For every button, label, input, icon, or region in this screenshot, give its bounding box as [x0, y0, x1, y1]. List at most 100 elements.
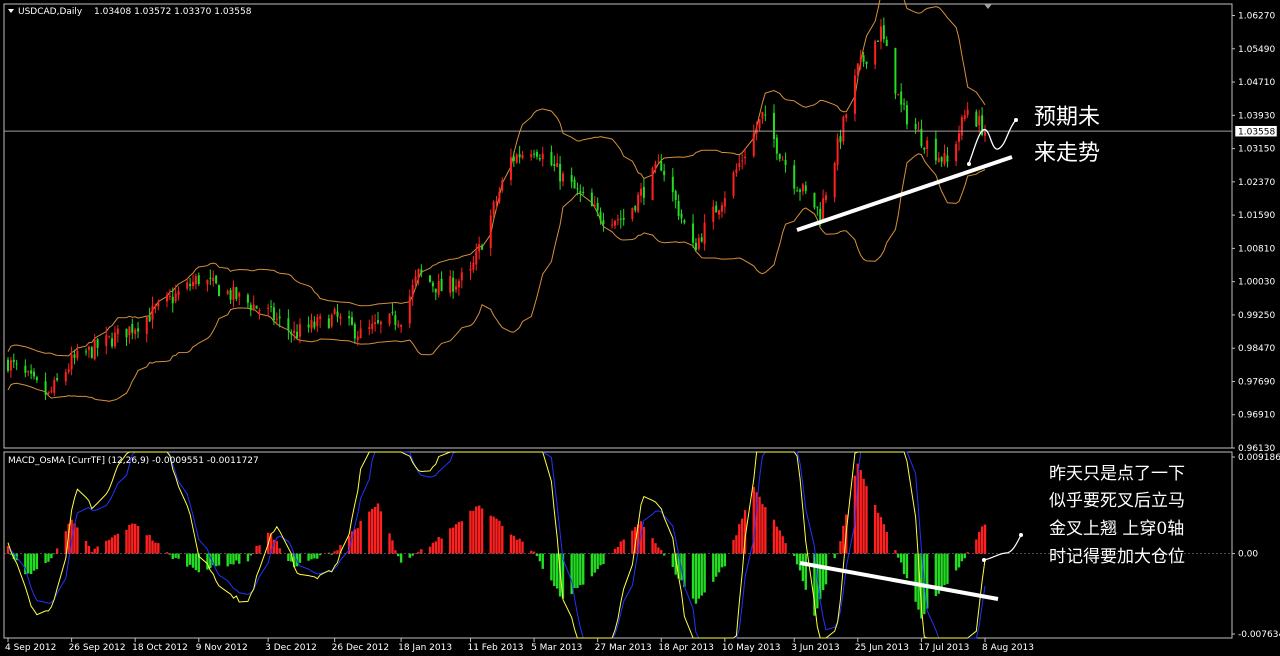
osma-bar: [310, 553, 313, 560]
price-tick-label: 1.03150: [1238, 145, 1275, 155]
candle: [894, 47, 897, 100]
osma-bar: [477, 505, 481, 554]
price-tick-label: 0.98470: [1238, 344, 1275, 354]
osma-bar: [356, 528, 359, 554]
osma-bar: [717, 553, 721, 573]
osma-bar: [873, 504, 877, 554]
osma-bar: [388, 533, 391, 554]
osma-bar: [194, 553, 198, 571]
date-tick-label: 3 Dec 2012: [265, 643, 317, 653]
candle: [255, 305, 258, 309]
date-tick-label: 9 Nov 2012: [196, 643, 248, 653]
osma-bar: [148, 534, 151, 554]
osma-bar: [723, 553, 727, 567]
osma-bar: [691, 553, 695, 599]
osma-bar: [35, 553, 39, 570]
date-tick-label: 26 Sep 2012: [69, 643, 126, 653]
osma-bar: [55, 548, 59, 554]
candle: [330, 313, 333, 329]
osma-bar: [940, 553, 943, 590]
osma-bar: [229, 553, 232, 565]
osma-bar: [151, 540, 154, 554]
osma-bar: [84, 540, 88, 554]
candle: [813, 192, 816, 210]
osma-bar: [492, 516, 495, 554]
chart-symbol-title: USDCAD,Daily: [18, 7, 83, 17]
osma-bar: [495, 518, 498, 554]
osma-bar: [793, 553, 796, 556]
osma-bar: [171, 553, 174, 560]
osma-bar: [732, 539, 735, 554]
price-tick-label: 1.00810: [1238, 244, 1275, 254]
osma-bar: [839, 541, 842, 554]
osma-bar: [29, 553, 33, 575]
osma-bar: [529, 550, 533, 554]
osma-bar: [440, 538, 443, 554]
osma-bar: [700, 553, 703, 596]
osma-bar: [154, 542, 157, 554]
osma-bar: [107, 539, 111, 554]
macd-tick-label: -0.007634: [1238, 630, 1280, 640]
osma-bar: [451, 527, 455, 554]
osma-bar: [278, 548, 281, 554]
candle: [842, 115, 845, 145]
osma-bar: [740, 518, 744, 554]
osma-bar: [434, 541, 437, 554]
osma-bar: [642, 526, 646, 554]
osma-bar: [590, 553, 594, 577]
osma-bar: [498, 520, 501, 554]
osma-bar: [801, 553, 805, 582]
macd-tick-label: 0.009186: [1238, 453, 1280, 463]
osma-bar: [469, 510, 472, 554]
osma-bar: [93, 548, 96, 554]
osma-bar: [515, 539, 518, 554]
osma-bar: [602, 553, 605, 565]
osma-bar: [865, 486, 868, 554]
date-tick-label: 25 Jun 2013: [855, 643, 909, 653]
forecast-note-line-1: 预期未: [1034, 105, 1100, 130]
candle: [429, 274, 432, 283]
price-tick-label: 1.06270: [1238, 12, 1275, 22]
osma-bar: [593, 553, 596, 573]
osma-bar: [136, 525, 140, 554]
osma-bar: [460, 521, 464, 554]
date-tick-label: 4 Sep 2012: [5, 643, 56, 653]
osma-bar: [781, 536, 784, 554]
trading-chart[interactable]: 1.06270 1.05490 1.04710 1.03930 1.03150 1.023…: [0, 0, 1280, 656]
osma-bar: [133, 523, 137, 554]
osma-bar: [437, 537, 440, 554]
osma-bar: [842, 525, 845, 554]
osma-bar: [165, 552, 169, 554]
osma-bar: [110, 537, 114, 554]
osma-bar: [694, 553, 698, 604]
price-forecast-end-dot: [1014, 118, 1018, 122]
price-tick-label: 1.00030: [1238, 278, 1275, 288]
candle: [975, 109, 978, 127]
osma-bar: [232, 553, 235, 565]
candle: [90, 345, 93, 359]
osma-bar: [368, 511, 371, 554]
price-tick-label: 0.99250: [1238, 311, 1275, 321]
osma-bar: [980, 526, 984, 554]
osma-bar: [411, 553, 414, 556]
osma-bar: [671, 553, 675, 567]
candle: [218, 284, 221, 297]
osma-bar: [553, 553, 556, 587]
osma-bar: [897, 553, 900, 558]
candle: [651, 166, 654, 201]
osma-bar: [298, 553, 302, 563]
osma-bar: [735, 535, 738, 554]
macd-note-line-1: 昨天只是点了一下: [1049, 464, 1185, 484]
osma-bar: [778, 530, 781, 554]
osma-bar: [821, 553, 825, 591]
osma-bar: [978, 531, 981, 554]
osma-bar: [631, 530, 634, 554]
osma-bar: [946, 553, 949, 584]
osma-bar: [579, 553, 582, 586]
osma-bar: [963, 553, 966, 559]
osma-bar: [157, 543, 160, 554]
price-tick-label: 0.97690: [1238, 377, 1275, 387]
date-tick-label: 11 Feb 2013: [467, 643, 523, 653]
osma-bar: [550, 553, 553, 581]
osma-bar: [894, 550, 897, 554]
